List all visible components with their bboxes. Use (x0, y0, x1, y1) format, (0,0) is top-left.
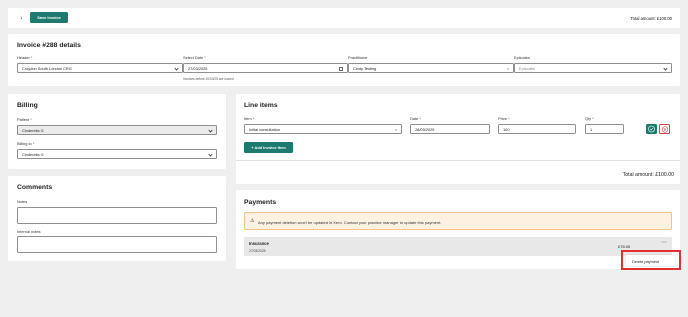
payment-row: Insurance 27/03/2025 £78.00 ⋯ (244, 237, 672, 256)
chevron-down-icon (663, 66, 668, 71)
line-items-title: Line items (244, 102, 278, 109)
chevron-down-icon (174, 66, 179, 71)
patient-label: Patient * (17, 117, 32, 122)
payment-warning-banner: ⚠ Any payment deletion won't be updated … (244, 212, 672, 230)
comments-title: Comments (17, 184, 53, 191)
more-options-icon[interactable]: ⋯ (661, 239, 667, 246)
episodes-select[interactable]: Episodes (514, 63, 672, 73)
warning-icon: ⚠ (250, 217, 255, 224)
header-select-value: Croydon South London CRG (22, 66, 72, 71)
price-label: Price * (498, 116, 510, 121)
chevron-down-icon (208, 128, 213, 133)
delete-payment-label: Delete payment (632, 258, 660, 264)
billing-to-select[interactable]: Cinderella G (17, 149, 217, 159)
header-select[interactable]: Croydon South London CRG (17, 63, 183, 73)
date-input[interactable]: 27/03/2025 (183, 63, 348, 73)
payments-title: Payments (244, 199, 277, 206)
comments-card: Comments Notes Internal notes (8, 176, 226, 261)
delete-payment-menu-item[interactable]: Delete payment (626, 255, 675, 266)
item-select-value: Initial consultation (249, 127, 280, 132)
delete-payment-menu: Delete payment (621, 250, 681, 270)
confirm-item-button[interactable] (646, 124, 657, 134)
practitioner-select[interactable]: Cindy Testing × (348, 63, 514, 73)
item-label: Item * (244, 116, 255, 121)
episodes-label: Episodes (514, 55, 531, 60)
episodes-placeholder: Episodes (519, 66, 536, 71)
practitioner-label: Practitioner (348, 55, 368, 60)
date-input-value: 27/03/2025 (188, 66, 208, 71)
payment-date: 27/03/2025 (249, 248, 266, 253)
date-lock-hint: Invoices before 20/03/25 are locked (183, 77, 234, 81)
patient-select-value: Cinderella G (22, 128, 44, 133)
qty-input[interactable]: 1 (585, 124, 624, 134)
invoice-details-title: Invoice #288 details (17, 42, 81, 49)
qty-value: 1 (590, 127, 593, 132)
item-select[interactable]: Initial consultation × (244, 124, 402, 134)
line-date-label: Date * (410, 116, 421, 121)
payment-warning-text: Any payment deletion won't be updated in… (258, 219, 442, 225)
clear-icon: × (394, 127, 397, 132)
line-items-card: Line items Item * Initial consultation ×… (236, 94, 680, 184)
toolbar-total-amount: Total amount: £100.00 (630, 16, 672, 21)
check-circle-icon (648, 125, 655, 133)
notes-label: Notes (17, 199, 28, 204)
qty-label: Qty * (585, 116, 594, 121)
calendar-icon (339, 66, 343, 71)
line-date-value: 28/03/2025 (415, 127, 435, 132)
top-toolbar: 1 Save Invoice Total amount: £100.00 (8, 8, 680, 28)
price-input[interactable]: 100 (498, 124, 576, 134)
save-invoice-button[interactable]: Save Invoice (30, 12, 68, 23)
patient-select[interactable]: Cinderella G (17, 125, 217, 135)
clear-icon: × (506, 66, 509, 71)
line-items-total-amount: Total amount: £100.00 (622, 172, 674, 178)
remove-item-button[interactable] (659, 124, 670, 134)
select-date-label: Select Date * (183, 55, 206, 60)
payment-amount: £78.00 (618, 243, 631, 249)
internal-notes-label: Internal notes (17, 229, 41, 234)
line-date-input[interactable]: 28/03/2025 (410, 124, 490, 134)
notes-textarea[interactable] (17, 207, 217, 224)
billing-card: Billing Patient * Cinderella G Billing t… (8, 94, 226, 169)
add-invoice-item-button[interactable]: + Add Invoice Item (244, 142, 293, 153)
billing-to-label: Billing to * (17, 141, 35, 146)
billing-to-select-value: Cinderella G (22, 152, 44, 157)
chevron-down-icon (208, 152, 213, 157)
billing-title: Billing (17, 102, 38, 109)
invoice-details-card: Invoice #288 details Header * Croydon So… (8, 34, 680, 86)
header-label: Header * (17, 55, 33, 60)
internal-notes-textarea[interactable] (17, 236, 217, 253)
page-number: 1 (20, 15, 23, 20)
payment-name: Insurance (249, 241, 269, 246)
line-items-divider (236, 160, 680, 161)
remove-circle-icon (661, 126, 669, 133)
price-value: 100 (503, 127, 510, 132)
payments-card: Payments ⚠ Any payment deletion won't be… (236, 190, 680, 269)
practitioner-select-value: Cindy Testing (353, 66, 377, 71)
